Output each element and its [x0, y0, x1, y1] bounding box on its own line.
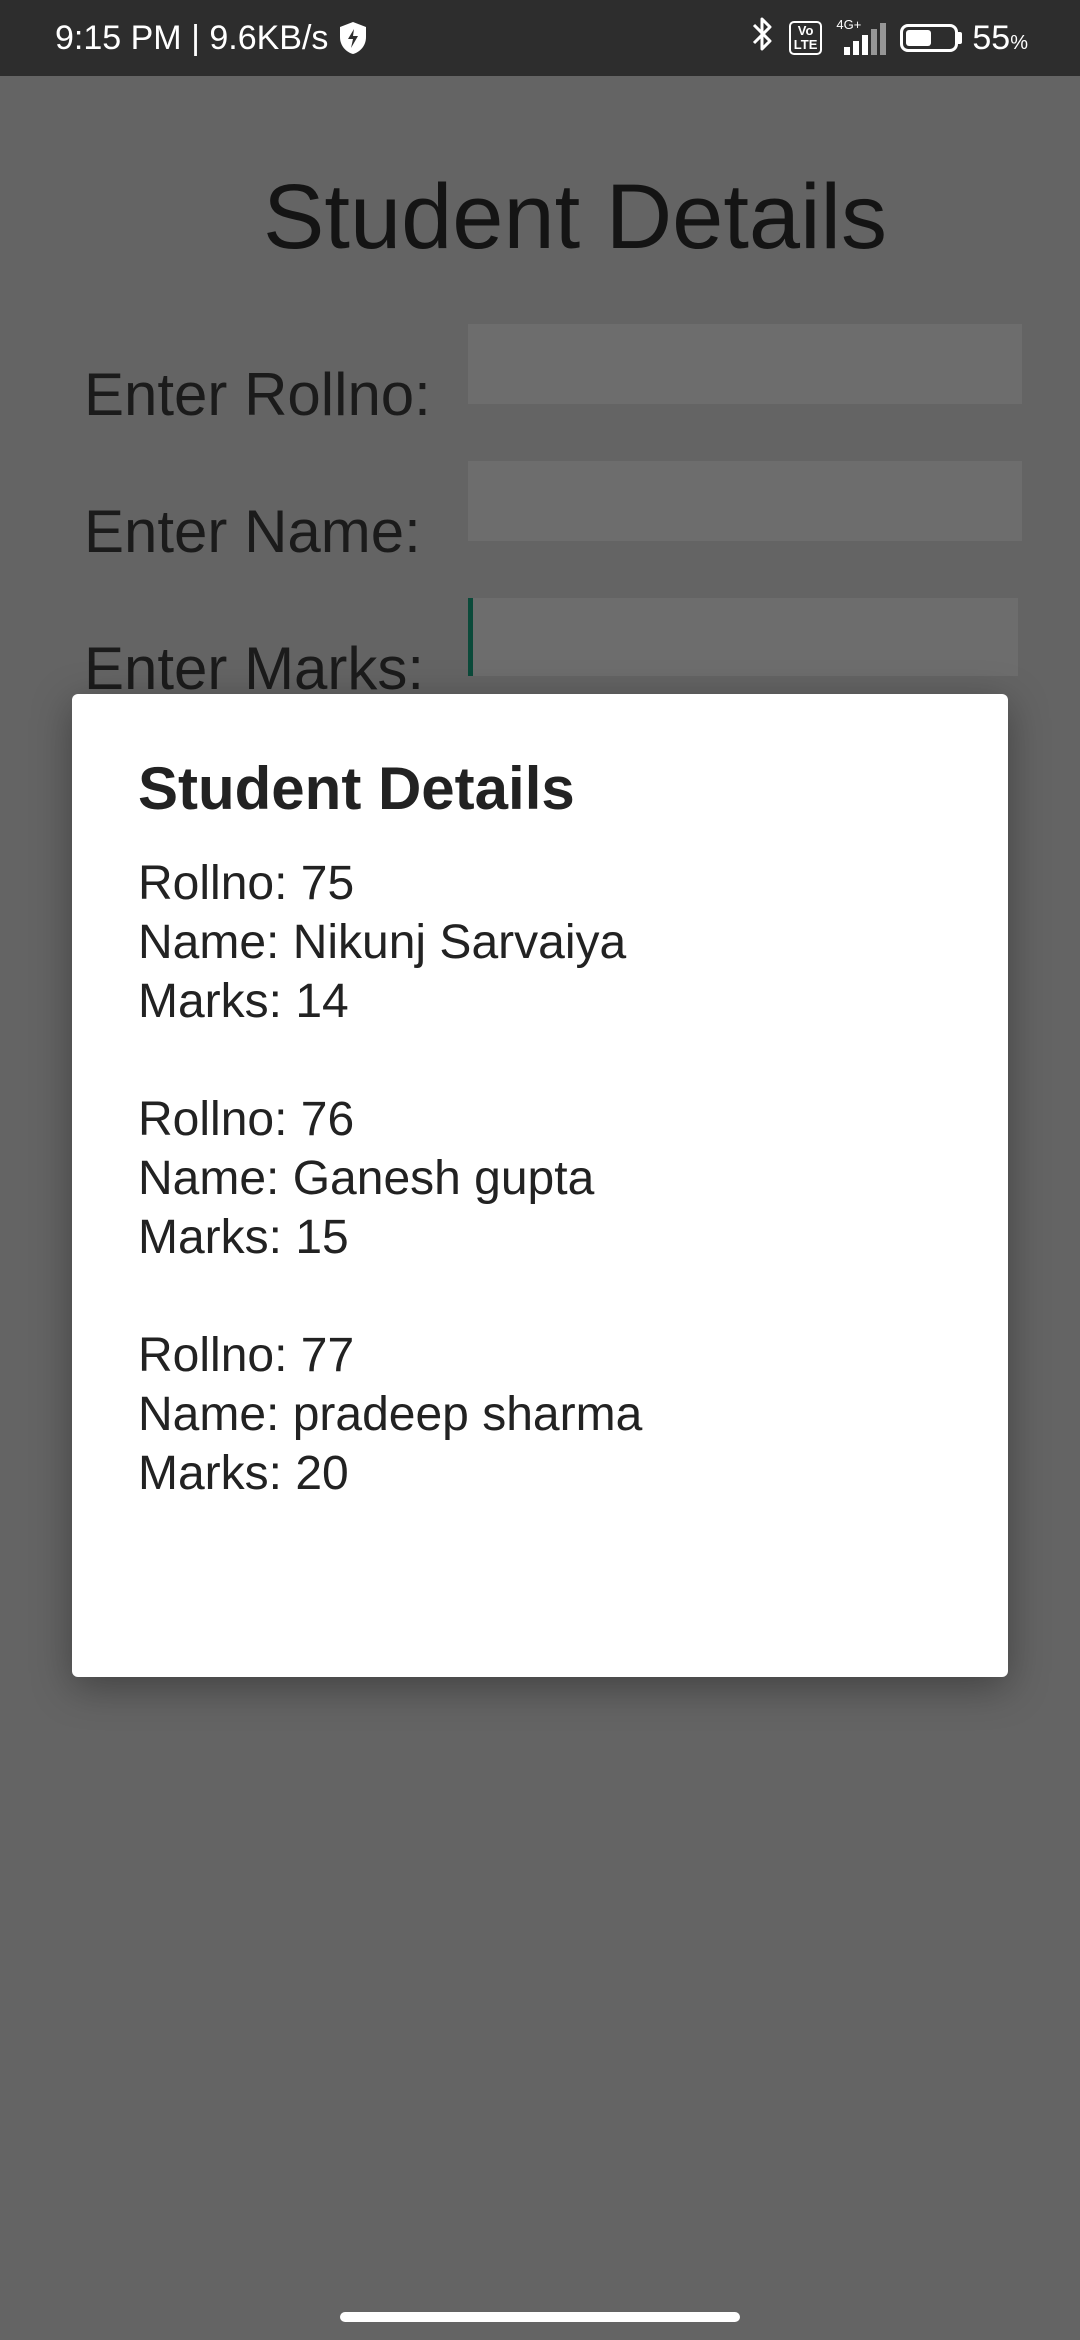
dialog-body: Rollno: 75 Name: Nikunj Sarvaiya Marks: … [138, 854, 642, 1562]
status-bar: 9:15 PM | 9.6KB/s Vo LTE 4G+ 55% [0, 0, 1080, 76]
name-label: Enter Name: [84, 498, 421, 565]
record-name: Name: Nikunj Sarvaiya [138, 916, 627, 969]
screen: 9:15 PM | 9.6KB/s Vo LTE 4G+ 55% Student… [0, 0, 1080, 2340]
record-name: Name: Ganesh gupta [138, 1152, 595, 1205]
record-marks: Marks: 14 [138, 975, 349, 1028]
signal-icon: 4G+ [836, 17, 887, 55]
dialog-title: Student Details [138, 755, 575, 822]
battery-icon [900, 24, 963, 52]
student-record: Rollno: 75 Name: Nikunj Sarvaiya Marks: … [138, 854, 642, 1031]
volte-icon: Vo LTE [788, 21, 823, 55]
network-gen-label: 4G+ [836, 17, 862, 32]
marks-label: Enter Marks: [84, 635, 425, 702]
status-left: 9:15 PM | 9.6KB/s [55, 0, 368, 76]
student-record: Rollno: 76 Name: Ganesh gupta Marks: 15 [138, 1090, 642, 1267]
status-time-speed: 9:15 PM | 9.6KB/s [55, 18, 329, 57]
page-title: Student Details [263, 166, 887, 268]
rollno-input[interactable] [468, 324, 1022, 404]
record-rollno: Rollno: 77 [138, 1329, 355, 1382]
rollno-label: Enter Rollno: [84, 361, 431, 428]
bluetooth-icon [751, 15, 775, 62]
student-record: Rollno: 77 Name: pradeep sharma Marks: 2… [138, 1326, 642, 1503]
record-rollno: Rollno: 76 [138, 1093, 355, 1146]
status-right: Vo LTE 4G+ 55% [737, 0, 1028, 76]
record-marks: Marks: 15 [138, 1211, 349, 1264]
student-details-dialog: Student Details Rollno: 75 Name: Nikunj … [72, 694, 1008, 1677]
gesture-nav-bar[interactable] [340, 2312, 740, 2322]
marks-input[interactable] [468, 598, 1018, 676]
record-rollno: Rollno: 75 [138, 857, 355, 910]
name-input[interactable] [468, 461, 1022, 541]
shield-icon [338, 21, 368, 55]
record-marks: Marks: 20 [138, 1447, 349, 1500]
battery-percent: 55% [972, 18, 1028, 57]
record-name: Name: pradeep sharma [138, 1388, 643, 1441]
